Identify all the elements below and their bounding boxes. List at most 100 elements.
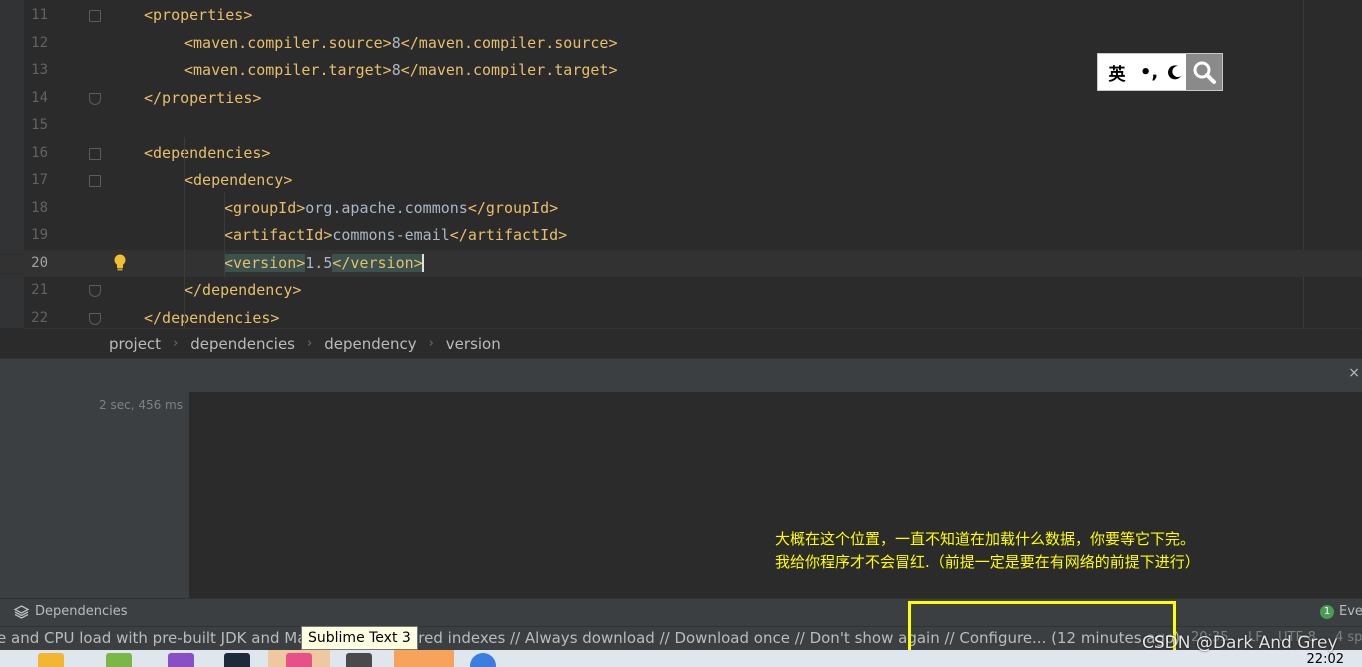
code-line[interactable]: 16 <dependencies> [0, 140, 1362, 168]
breadcrumb-item-project[interactable]: project [109, 335, 161, 353]
xml-tag: </dependencies> [144, 308, 280, 327]
code-text[interactable]: <groupId>org.apache.commons</groupId> [224, 195, 558, 223]
line-number[interactable]: 15 [30, 112, 48, 140]
dependencies-tab-label: Dependencies [35, 604, 128, 619]
annotation-note: 大概在这个位置，一直不知道在加载什么数据，你要等它下完。 我给你程序才不会冒红.… [775, 528, 1200, 573]
chevron-right-icon: › [307, 336, 313, 351]
chevron-right-icon: › [428, 336, 434, 351]
code-text[interactable]: <dependencies> [144, 140, 270, 168]
taskbar-clock[interactable]: 22:02 [1307, 652, 1344, 667]
annotation-line-2: 我给你程序才不会冒红.（前提一定是要在有网络的前提下进行） [775, 552, 1200, 571]
event-count-badge: 1 [1320, 604, 1334, 619]
code-line[interactable]: 17 <dependency> [0, 167, 1362, 195]
xml-tag: <version> [224, 253, 306, 272]
xml-tag: </maven.compiler.source> [400, 33, 618, 52]
breadcrumb-item-dependencies[interactable]: dependencies [190, 335, 295, 353]
code-text[interactable]: <version>1.5</version> [224, 250, 424, 278]
line-number[interactable]: 17 [30, 167, 48, 195]
fold-marker-icon[interactable] [89, 92, 101, 105]
xml-value: 8 [391, 33, 401, 52]
code-text[interactable]: <dependency> [184, 167, 292, 195]
breadcrumb-item-dependency[interactable]: dependency [324, 335, 416, 353]
fold-marker-icon[interactable] [89, 312, 101, 325]
code-line[interactable]: 11 <properties> [0, 2, 1362, 30]
indent-setting[interactable]: 4 sp [1335, 630, 1362, 645]
xml-tag: <maven.compiler.target> [184, 61, 392, 79]
code-line[interactable]: 15 [0, 112, 1362, 140]
app-icon[interactable] [224, 653, 250, 667]
fold-marker-icon[interactable] [89, 10, 101, 22]
xml-value: 1.5 [305, 253, 333, 272]
line-number[interactable]: 21 [30, 277, 48, 305]
code-editor[interactable]: 11 <properties> 12 <maven.compiler.source>8… [0, 0, 1362, 328]
code-text[interactable]: </dependency> [184, 277, 301, 305]
ime-language-toggle[interactable]: 英 [1098, 60, 1136, 85]
lightbulb-icon[interactable] [113, 254, 127, 272]
code-line[interactable]: 19 <artifactId>commons-email</artifactId> [0, 222, 1362, 250]
xml-tag: </maven.compiler.target> [400, 61, 618, 79]
xml-tag: </properties> [144, 88, 262, 107]
code-text[interactable]: <properties> [144, 2, 252, 30]
xml-tag: </version> [332, 253, 423, 272]
line-number[interactable]: 20 [30, 250, 48, 278]
code-line[interactable]: 20 <version>1.5</version> [0, 249, 1362, 278]
code-text[interactable]: <maven.compiler.target>8</maven.compiler… [184, 57, 618, 85]
app-icon[interactable] [106, 653, 132, 667]
build-tree[interactable]: 2 sec, 456 ms [0, 392, 189, 598]
code-text[interactable]: </properties> [144, 85, 261, 113]
xml-value: 8 [391, 61, 401, 79]
sublime-text-icon[interactable] [346, 653, 372, 667]
line-number[interactable]: 14 [30, 85, 48, 113]
indent-guide [184, 137, 185, 328]
event-log-tab[interactable]: 1 Eve [1320, 604, 1362, 619]
fold-marker-icon[interactable] [89, 285, 101, 297]
line-number[interactable]: 22 [30, 305, 48, 329]
xml-tag: <maven.compiler.source> [184, 33, 392, 52]
indent-guide [224, 192, 225, 277]
line-number[interactable]: 18 [30, 195, 48, 223]
xml-tag: <dependency> [184, 171, 293, 189]
chevron-right-icon: › [173, 336, 179, 351]
line-number[interactable]: 13 [30, 57, 48, 85]
visual-studio-icon[interactable] [168, 653, 194, 667]
line-number[interactable]: 12 [30, 30, 48, 58]
folder-icon[interactable] [38, 653, 64, 667]
xml-tag: </groupId> [467, 198, 559, 217]
line-number[interactable]: 11 [30, 2, 48, 30]
dependencies-tab[interactable]: Dependencies [14, 604, 128, 619]
event-log-label: Eve [1339, 604, 1362, 619]
line-number[interactable]: 19 [30, 222, 48, 250]
annotation-line-1: 大概在这个位置，一直不知道在加载什么数据，你要等它下完。 [775, 530, 1196, 548]
xml-tag: </artifactId> [449, 226, 568, 244]
code-line[interactable]: 21 </dependency> [0, 277, 1362, 305]
xml-tag: <artifactId> [224, 226, 333, 244]
code-line[interactable]: 18 <groupId>org.apache.commons</groupId> [0, 195, 1362, 223]
layers-icon [14, 604, 29, 619]
app-icon[interactable] [394, 650, 454, 667]
ime-punctuation-toggle[interactable]: •, [1136, 62, 1162, 83]
fold-marker-icon[interactable] [89, 147, 101, 160]
watermark: CSDN @Dark And Grey [1142, 633, 1338, 653]
xml-tag: <properties> [144, 6, 253, 24]
breadcrumb-item-version[interactable]: version [446, 335, 501, 353]
xml-tag: <dependencies> [144, 143, 271, 162]
chrome-icon[interactable] [470, 653, 496, 667]
code-text[interactable]: <artifactId>commons-email</artifactId> [224, 222, 567, 250]
build-panel-toolbar: × [0, 358, 1362, 392]
xml-value: org.apache.commons [305, 198, 468, 217]
moon-icon[interactable] [1162, 63, 1188, 81]
taskbar-tooltip: Sublime Text 3 [301, 626, 418, 650]
close-icon[interactable]: × [1348, 365, 1360, 381]
code-text[interactable]: </dependencies> [144, 305, 279, 329]
intellij-icon[interactable] [286, 653, 312, 667]
xml-tag: </dependency> [184, 281, 302, 299]
xml-value: commons-email [332, 226, 450, 244]
xml-tag: <groupId> [224, 198, 306, 217]
search-icon[interactable] [1186, 54, 1222, 90]
ime-toolbar[interactable]: 英 •, [1097, 53, 1223, 91]
fold-marker-icon[interactable] [89, 175, 101, 187]
code-text[interactable]: <maven.compiler.source>8</maven.compiler… [184, 30, 618, 58]
code-line[interactable]: 22 </dependencies> [0, 305, 1362, 329]
line-number[interactable]: 16 [30, 140, 48, 168]
text-caret [421, 254, 424, 272]
